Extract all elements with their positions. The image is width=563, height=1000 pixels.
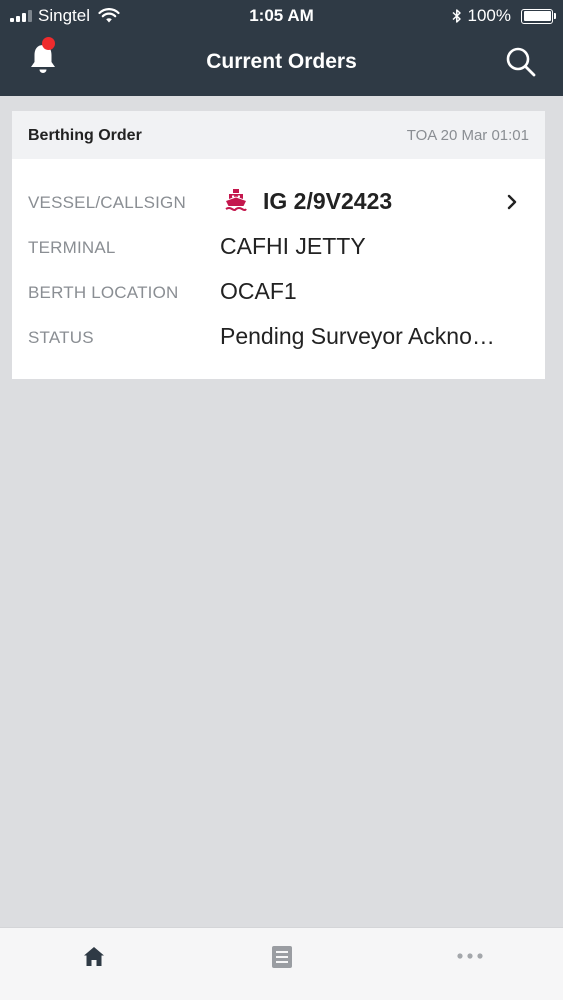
- status-row: STATUS Pending Surveyor Ackno…: [12, 317, 545, 357]
- row-value: OCAF1: [220, 278, 297, 304]
- row-value: Pending Surveyor Ackno…: [220, 323, 495, 349]
- bluetooth-icon: [452, 9, 461, 23]
- page-title: Current Orders: [206, 50, 357, 73]
- order-card[interactable]: Berthing Order TOA 20 Mar 01:01 VESSEL/C…: [12, 111, 545, 379]
- row-label: TERMINAL: [28, 238, 116, 257]
- status-bar: Singtel 1:05 AM 100%: [0, 0, 563, 32]
- order-card-header: Berthing Order TOA 20 Mar 01:01: [12, 111, 545, 159]
- document-icon: [272, 946, 292, 968]
- ship-icon: [225, 189, 247, 211]
- tab-orders[interactable]: [266, 942, 298, 972]
- search-button[interactable]: [505, 46, 537, 78]
- order-toa: TOA 20 Mar 01:01: [406, 127, 529, 144]
- chevron-right-icon: [507, 194, 517, 210]
- row-value: IG 2/9V2423: [263, 188, 393, 214]
- tab-bar: [0, 927, 563, 1000]
- row-label: STATUS: [28, 328, 94, 347]
- tab-more[interactable]: [454, 942, 486, 972]
- terminal-row: TERMINAL CAFHI JETTY: [12, 227, 545, 267]
- berth-location-row: BERTH LOCATION OCAF1: [12, 272, 545, 312]
- search-icon: [506, 47, 536, 77]
- tab-home[interactable]: [78, 942, 110, 972]
- row-label: VESSEL/CALLSIGN: [28, 193, 186, 212]
- row-label: BERTH LOCATION: [28, 283, 179, 302]
- row-value: CAFHI JETTY: [220, 233, 366, 259]
- battery-icon: [521, 8, 556, 24]
- status-right: 100%: [452, 6, 556, 26]
- home-icon: [84, 947, 104, 966]
- battery-percent: 100%: [467, 6, 511, 25]
- app-header: Singtel 1:05 AM 100% Current Orders: [0, 0, 563, 96]
- vessel-row[interactable]: VESSEL/CALLSIGN IG 2/9V2423: [12, 182, 545, 222]
- order-title: Berthing Order: [28, 127, 142, 144]
- more-icon: [457, 953, 483, 959]
- notification-badge: [42, 37, 55, 50]
